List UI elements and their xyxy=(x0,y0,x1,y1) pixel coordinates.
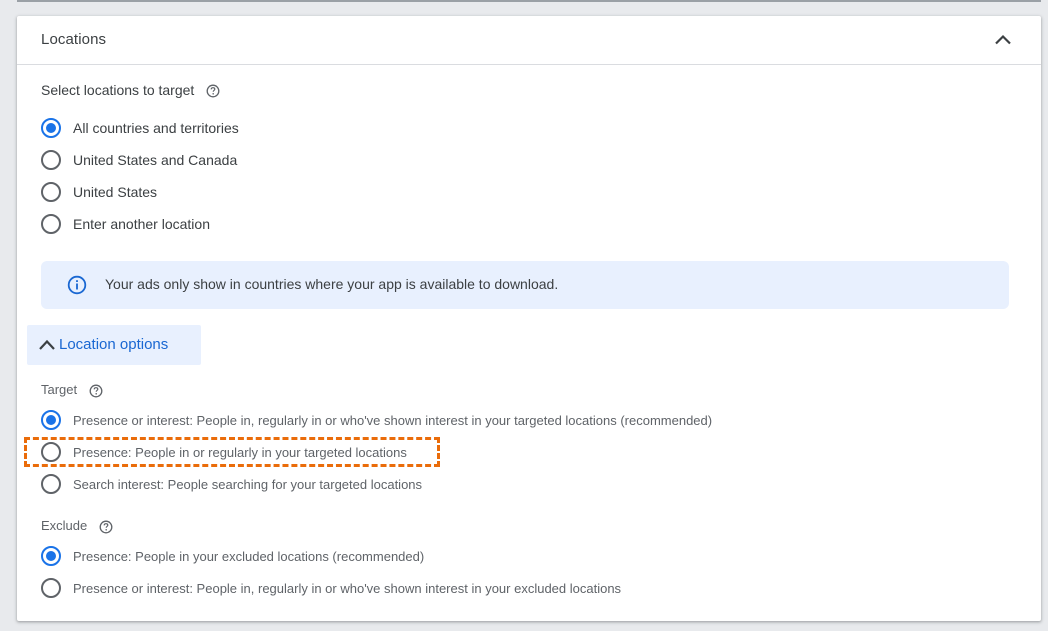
exclude-radio-presence[interactable]: Presence: People in your excluded locati… xyxy=(41,544,424,568)
radio-button[interactable] xyxy=(41,474,61,494)
radio-label: Presence or interest: People in, regular… xyxy=(73,580,622,596)
location-radio-other[interactable]: Enter another location xyxy=(41,212,210,236)
radio-button[interactable] xyxy=(41,150,61,170)
radio-label: Search interest: People searching for yo… xyxy=(73,476,423,492)
highlight-annotation xyxy=(24,437,440,467)
radio-label: All countries and territories xyxy=(73,120,239,136)
radio-label: United States xyxy=(73,184,158,200)
radio-label: Presence or interest: People in, regular… xyxy=(73,412,713,428)
info-banner: Your ads only show in countries where yo… xyxy=(41,261,1009,309)
locations-card: Locations Select locations to target All… xyxy=(17,16,1041,621)
locations-header[interactable]: Locations xyxy=(17,16,1041,65)
location-options-label: Location options xyxy=(59,336,169,353)
target-label: Target xyxy=(41,382,103,398)
chevron-up-icon xyxy=(995,34,1011,45)
info-icon xyxy=(67,275,87,295)
radio-button-checked[interactable] xyxy=(41,118,61,138)
exclude-radio-presence-interest[interactable]: Presence or interest: People in, regular… xyxy=(41,576,621,600)
chevron-up-icon xyxy=(39,339,55,350)
radio-button[interactable] xyxy=(41,214,61,234)
locations-title: Locations xyxy=(41,31,107,48)
radio-button-checked[interactable] xyxy=(41,410,61,430)
location-radio-us-canada[interactable]: United States and Canada xyxy=(41,148,237,172)
exclude-label: Exclude xyxy=(41,518,113,534)
target-radio-presence-interest[interactable]: Presence or interest: People in, regular… xyxy=(41,408,712,432)
select-locations-label: Select locations to target xyxy=(41,82,220,98)
radio-button[interactable] xyxy=(41,578,61,598)
info-text: Your ads only show in countries where yo… xyxy=(105,276,559,292)
radio-button-checked[interactable] xyxy=(41,546,61,566)
radio-button[interactable] xyxy=(41,182,61,202)
help-icon[interactable] xyxy=(99,520,113,534)
radio-label: United States and Canada xyxy=(73,152,238,168)
collapse-button[interactable] xyxy=(991,28,1015,52)
top-divider xyxy=(17,0,1041,2)
help-icon[interactable] xyxy=(206,84,220,98)
radio-label: Enter another location xyxy=(73,216,210,232)
location-radio-us[interactable]: United States xyxy=(41,180,157,204)
help-icon[interactable] xyxy=(89,384,103,398)
target-radio-search-interest[interactable]: Search interest: People searching for yo… xyxy=(41,472,422,496)
location-options-button[interactable]: Location options xyxy=(27,325,201,365)
radio-label: Presence: People in your excluded locati… xyxy=(73,548,425,564)
location-radio-all[interactable]: All countries and territories xyxy=(41,116,239,140)
